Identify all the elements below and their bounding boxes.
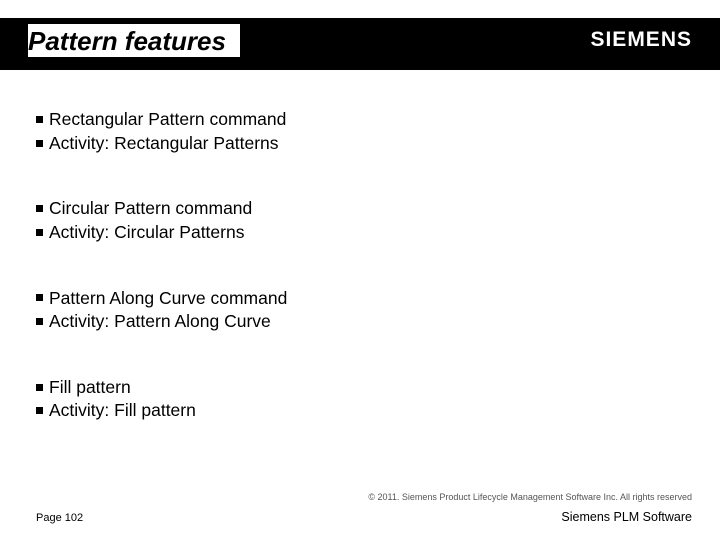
copyright-text: © 2011. Siemens Product Lifecycle Manage… [368, 492, 692, 502]
bullet-item: Activity: Pattern Along Curve [36, 310, 287, 334]
square-bullet-icon [36, 229, 43, 236]
square-bullet-icon [36, 140, 43, 147]
page-title: Pattern features [28, 24, 240, 57]
brand-text: Siemens PLM Software [561, 510, 692, 524]
bullet-text: Circular Pattern command [49, 198, 252, 218]
slide: Pattern features SIEMENS Rectangular Pat… [0, 0, 720, 540]
square-bullet-icon [36, 205, 43, 212]
bullet-item: Rectangular Pattern command [36, 108, 287, 132]
bullet-text: Activity: Fill pattern [49, 400, 196, 420]
bullet-text: Activity: Circular Patterns [49, 222, 244, 242]
bullet-item: Activity: Fill pattern [36, 399, 287, 423]
square-bullet-icon [36, 318, 43, 325]
bullet-item: Circular Pattern command [36, 197, 287, 221]
bullet-text: Rectangular Pattern command [49, 109, 286, 129]
square-bullet-icon [36, 384, 43, 391]
bullet-item: Activity: Rectangular Patterns [36, 132, 287, 156]
page-number: Page 102 [36, 512, 83, 524]
bullet-text: Activity: Rectangular Patterns [49, 133, 279, 153]
bullet-group: Rectangular Pattern command Activity: Re… [36, 108, 287, 155]
bullet-text: Pattern Along Curve command [49, 288, 287, 308]
bullet-item: Activity: Circular Patterns [36, 221, 287, 245]
square-bullet-icon [36, 116, 43, 123]
bullet-group: Pattern Along Curve command Activity: Pa… [36, 287, 287, 334]
bullet-item: Pattern Along Curve command [36, 287, 287, 311]
square-bullet-icon [36, 294, 43, 301]
bullet-group: Fill pattern Activity: Fill pattern [36, 376, 287, 423]
square-bullet-icon [36, 407, 43, 414]
content-area: Rectangular Pattern command Activity: Re… [36, 108, 287, 465]
bullet-text: Activity: Pattern Along Curve [49, 311, 271, 331]
bullet-item: Fill pattern [36, 376, 287, 400]
siemens-logo: SIEMENS [590, 28, 692, 52]
bullet-text: Fill pattern [49, 377, 131, 397]
bullet-group: Circular Pattern command Activity: Circu… [36, 197, 287, 244]
